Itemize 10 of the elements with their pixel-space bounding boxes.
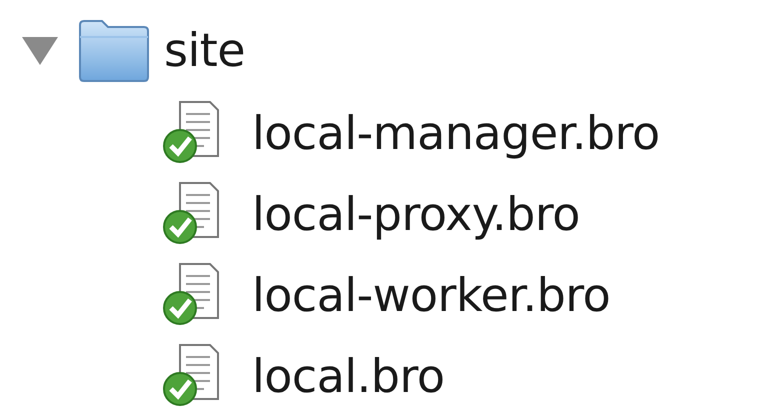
document-check-icon <box>160 100 222 166</box>
folder-icon <box>78 17 150 83</box>
document-check-icon <box>160 180 222 246</box>
document-check-icon <box>160 262 222 328</box>
file-name[interactable]: local-manager.bro <box>252 106 660 160</box>
folder-name[interactable]: site <box>164 23 246 77</box>
document-check-icon <box>160 342 222 408</box>
file-name[interactable]: local-proxy.bro <box>252 186 580 240</box>
file-name[interactable]: local-worker.bro <box>252 268 610 322</box>
file-name[interactable]: local.bro <box>252 348 445 402</box>
